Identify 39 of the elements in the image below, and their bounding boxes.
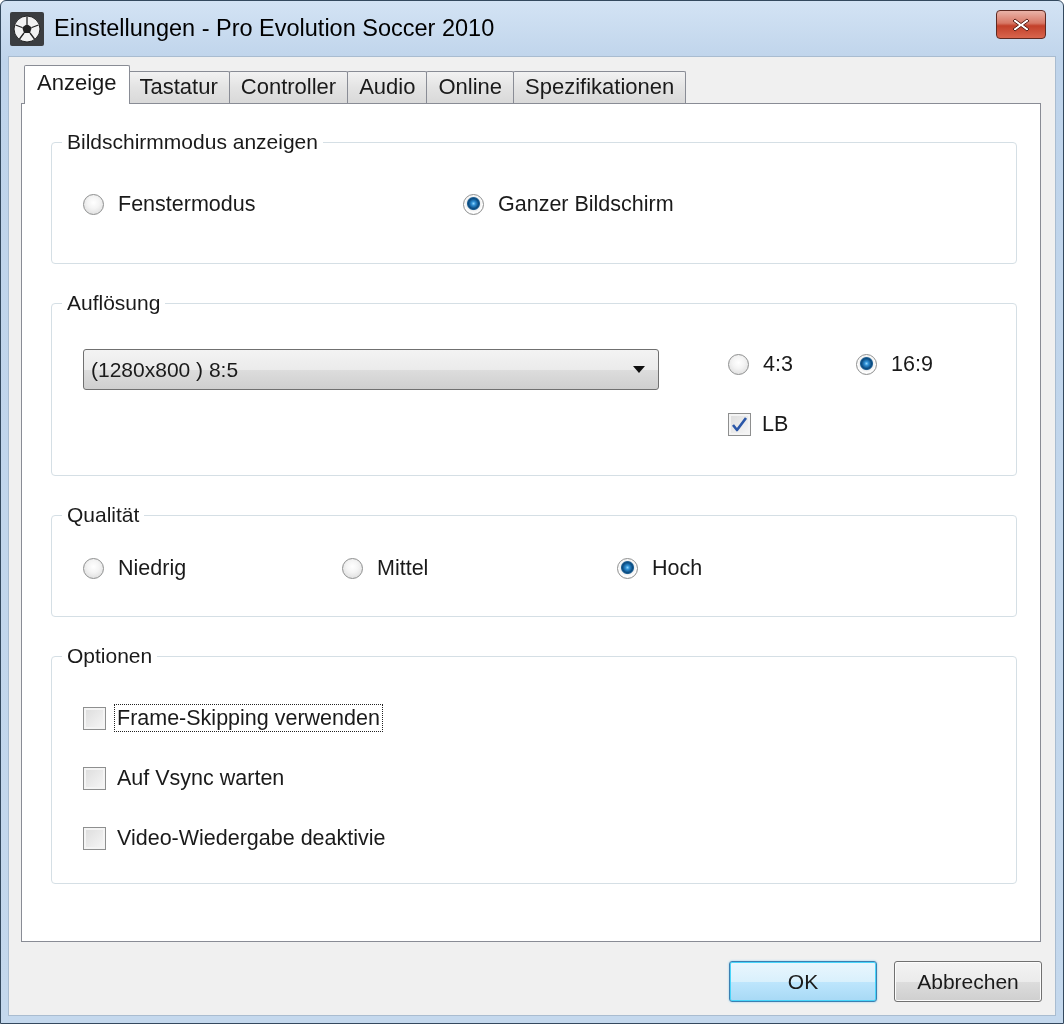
radio-button[interactable] <box>83 193 104 215</box>
close-button[interactable] <box>996 10 1046 39</box>
radio-button[interactable] <box>856 353 877 375</box>
radio-label[interactable]: Ganzer Bildschirm <box>495 190 677 218</box>
group-title: Bildschirmmodus anzeigen <box>66 130 319 154</box>
checkbox-label[interactable]: Video-Wiedergabe deaktivie <box>114 824 389 852</box>
tab[interactable]: Online <box>426 71 515 103</box>
group-title: Qualität <box>66 503 141 527</box>
radio-label[interactable]: Hoch <box>649 554 706 582</box>
window-title: Einstellungen - Pro Evolution Soccer 2010 <box>54 16 495 41</box>
radio-label[interactable]: Mittel <box>374 554 432 582</box>
checkbox[interactable] <box>83 766 106 790</box>
radio-label[interactable]: 4:3 <box>760 350 796 378</box>
dialog-button[interactable]: Abbrechen <box>894 961 1042 1002</box>
radio-label[interactable]: Fenstermodus <box>115 190 259 218</box>
tab[interactable]: Tastatur <box>127 71 230 103</box>
radio-button[interactable] <box>728 353 749 375</box>
resolution-dropdown[interactable]: (1280x800 ) 8:5 <box>83 349 659 390</box>
radio-button[interactable] <box>617 557 638 579</box>
tab[interactable]: Spezifikationen <box>513 71 687 103</box>
checkbox-label[interactable]: Frame-Skipping verwenden <box>114 704 383 732</box>
checkbox[interactable] <box>83 826 106 850</box>
checkbox[interactable] <box>83 706 106 730</box>
radio-button[interactable] <box>83 557 104 579</box>
close-icon <box>1011 16 1031 33</box>
group-title: Auflösung <box>66 291 162 315</box>
checkbox-label[interactable]: Auf Vsync warten <box>114 764 288 792</box>
radio-label[interactable]: Niedrig <box>115 554 190 582</box>
checkbox[interactable] <box>728 412 751 436</box>
radio-button[interactable] <box>463 193 484 215</box>
radio-label[interactable]: 16:9 <box>888 350 936 378</box>
tab[interactable]: Controller <box>228 71 349 103</box>
radio-button[interactable] <box>342 557 363 579</box>
caret-icon <box>633 366 645 373</box>
dialog-button[interactable]: OK <box>729 961 877 1002</box>
tab[interactable]: Anzeige <box>24 65 130 104</box>
checkbox-label[interactable]: LB <box>759 410 792 438</box>
group-title: Optionen <box>66 644 154 668</box>
tab[interactable]: Audio <box>347 71 428 103</box>
